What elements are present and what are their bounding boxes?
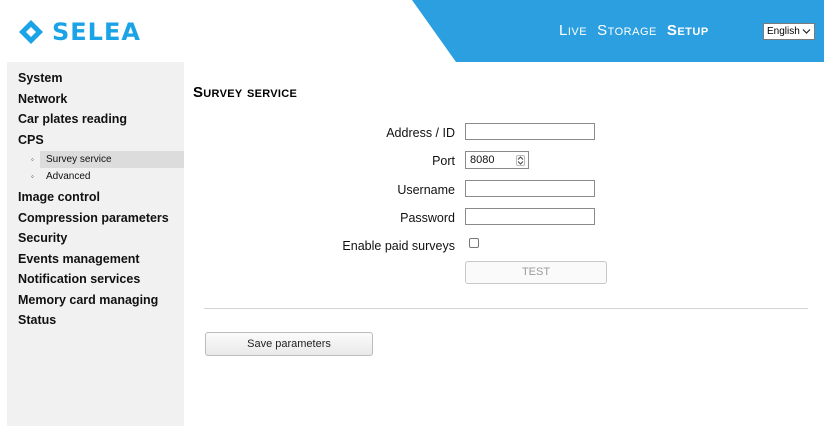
sidebar-item-cps[interactable]: CPS: [7, 130, 184, 151]
logo-text: SELEA: [52, 18, 141, 46]
page-title: Survey service: [193, 84, 298, 101]
password-input[interactable]: [465, 208, 595, 225]
sidebar-item-system[interactable]: System: [7, 68, 184, 89]
sidebar-subitem-label: Survey service: [46, 154, 112, 165]
sidebar: System Network Car plates reading CPS ◦ …: [7, 62, 184, 426]
bullet-icon: ◦: [31, 155, 34, 164]
cps-submenu: ◦ Survey service ◦ Advanced: [7, 151, 184, 185]
sidebar-item-compression-parameters[interactable]: Compression parameters: [7, 208, 184, 229]
sidebar-subitem-advanced[interactable]: ◦ Advanced: [7, 168, 184, 185]
bullet-icon: ◦: [31, 172, 34, 181]
port-label: Port: [432, 154, 455, 168]
sidebar-item-security[interactable]: Security: [7, 228, 184, 249]
chevron-down-icon: [802, 29, 811, 34]
save-parameters-button[interactable]: Save parameters: [205, 332, 373, 356]
spinner-icon[interactable]: [516, 155, 525, 166]
sidebar-item-status[interactable]: Status: [7, 310, 184, 331]
nav-setup[interactable]: Setup: [667, 22, 709, 39]
sidebar-item-car-plates-reading[interactable]: Car plates reading: [7, 109, 184, 130]
sidebar-subitem-survey-service[interactable]: ◦ Survey service: [31, 151, 184, 168]
port-value: 8080: [470, 154, 495, 166]
top-navigation: Live Storage Setup: [559, 22, 709, 39]
address-input[interactable]: [465, 123, 595, 140]
test-button[interactable]: TEST: [465, 261, 607, 284]
logo-diamond-icon: [19, 20, 43, 44]
header: SELEA Live Storage Setup English: [0, 0, 824, 62]
paid-surveys-label: Enable paid surveys: [342, 239, 455, 253]
nav-live[interactable]: Live: [559, 22, 587, 39]
sidebar-item-notification-services[interactable]: Notification services: [7, 269, 184, 290]
port-input[interactable]: 8080: [465, 151, 529, 169]
sidebar-subitem-label: Advanced: [46, 171, 91, 182]
sidebar-item-network[interactable]: Network: [7, 89, 184, 110]
nav-storage[interactable]: Storage: [597, 22, 657, 39]
password-label: Password: [400, 211, 455, 225]
username-input[interactable]: [465, 180, 595, 197]
divider: [204, 308, 808, 309]
selea-logo[interactable]: SELEA: [18, 17, 141, 47]
main-panel: Survey service Address / ID Port 8080 Us…: [184, 62, 824, 426]
username-label: Username: [397, 183, 455, 197]
address-label: Address / ID: [386, 126, 455, 140]
sidebar-item-memory-card-managing[interactable]: Memory card managing: [7, 290, 184, 311]
language-select-value: English: [767, 26, 800, 37]
sidebar-item-image-control[interactable]: Image control: [7, 187, 184, 208]
language-select[interactable]: English: [763, 23, 815, 40]
paid-surveys-checkbox[interactable]: [469, 238, 479, 248]
sidebar-item-events-management[interactable]: Events management: [7, 249, 184, 270]
